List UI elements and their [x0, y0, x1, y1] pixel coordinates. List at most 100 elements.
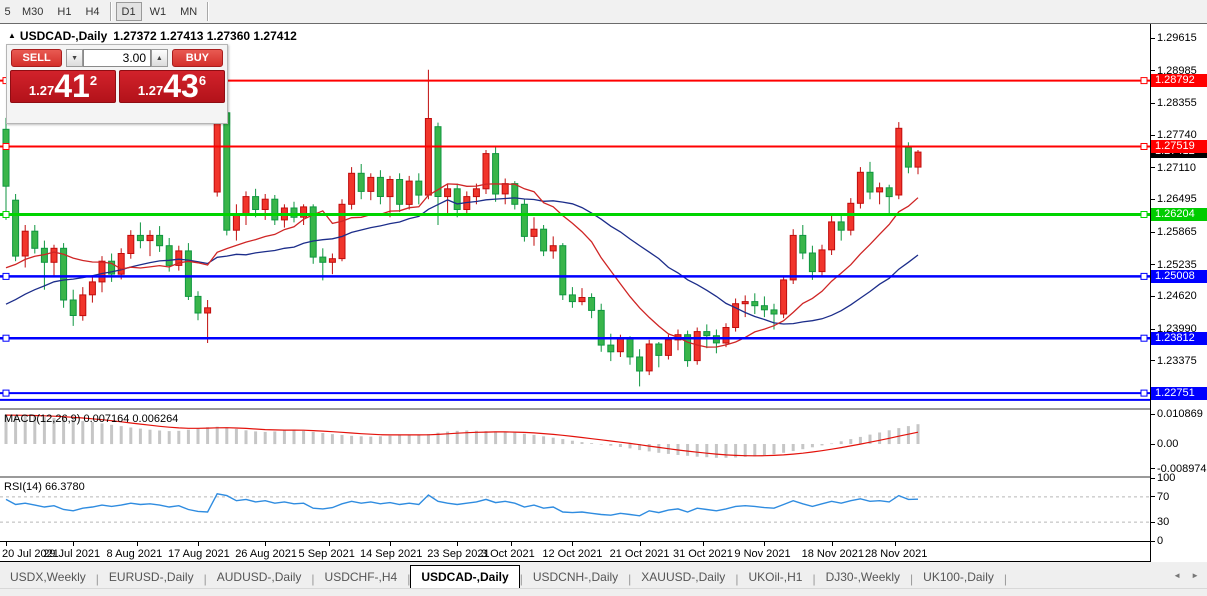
price-axis-tick	[1151, 70, 1155, 71]
macd-axis-label: 0.010869	[1157, 408, 1203, 420]
price-axis-label: 1.28355	[1157, 97, 1197, 109]
date-tick	[640, 542, 641, 546]
time-axis[interactable]: 20 Jul 202129 Jul 20218 Aug 202117 Aug 2…	[0, 542, 1150, 562]
date-tick	[265, 542, 266, 546]
buy-price-pips: 43	[163, 71, 199, 101]
price-tag: 1.26204	[1151, 208, 1207, 221]
tab-dj30-weekly[interactable]: DJ30-,Weekly	[816, 567, 910, 588]
sell-price-box[interactable]: 1.27412	[10, 70, 116, 103]
date-tick	[390, 542, 391, 546]
date-label: 26 Aug 2021	[235, 548, 297, 560]
buy-price-base: 1.27	[138, 83, 163, 98]
tab-scroll-controls: ◄►	[1173, 563, 1199, 588]
tab-eurusd-daily[interactable]: EURUSD-,Daily	[99, 567, 204, 588]
price-axis-tick	[1151, 103, 1155, 104]
rsi-axis-label: 0	[1157, 535, 1163, 547]
price-axis-tick	[1151, 296, 1155, 297]
date-label: 31 Oct 2021	[673, 548, 733, 560]
tab-xauusd-daily[interactable]: XAUUSD-,Daily	[631, 567, 735, 588]
toolbar-separator	[207, 2, 209, 21]
rsi-label: RSI(14) 66.3780	[4, 481, 85, 493]
macd-label: MACD(12,26,9) 0.007164 0.006264	[4, 413, 178, 425]
macd-axis-tick	[1151, 444, 1155, 445]
sell-price-pips: 41	[54, 71, 90, 101]
trade-panel-controls: SELL ▼ ▲ BUY	[7, 48, 227, 68]
collapse-triangle-icon[interactable]: ▲	[8, 31, 16, 40]
date-label: 3 Oct 2021	[481, 548, 535, 560]
timeframe-button-w1[interactable]: W1	[144, 2, 173, 21]
tab-separator: |	[1004, 569, 1007, 588]
price-axis-tick	[1151, 329, 1155, 330]
date-label: 8 Aug 2021	[107, 548, 163, 560]
price-axis-tick	[1151, 135, 1155, 136]
rsi-axis-tick	[1151, 478, 1155, 479]
trading-platform-window: 5M30H1H4D1W1MN 20 Jul 202129 Jul 20218 A…	[0, 0, 1207, 596]
timeframe-button-5[interactable]: 5	[1, 2, 14, 21]
rsi-axis-tick	[1151, 496, 1155, 497]
one-click-trade-panel: SELL ▼ ▲ BUY 1.27412 1.27436	[6, 44, 228, 124]
price-axis[interactable]: 1.296151.289851.283551.277401.271101.264…	[1150, 24, 1207, 562]
buy-button[interactable]: BUY	[172, 49, 223, 67]
date-tick	[572, 542, 573, 546]
date-label: 12 Oct 2021	[542, 548, 602, 560]
tab-usdcad-daily[interactable]: USDCAD-,Daily	[410, 565, 519, 588]
date-tick	[73, 542, 74, 546]
timeframe-toolbar: 5M30H1H4 D1W1MN	[0, 0, 1207, 23]
price-axis-tick	[1151, 38, 1155, 39]
tab-ukoil-h1[interactable]: UKOil-,H1	[738, 567, 812, 588]
price-axis-tick	[1151, 167, 1155, 168]
date-tick	[703, 542, 704, 546]
timeframe-button-h4[interactable]: H4	[79, 2, 105, 21]
tab-scroll-left-icon[interactable]: ◄	[1173, 571, 1181, 580]
date-tick	[764, 542, 765, 546]
ohlc-quote: 1.27372 1.27413 1.27360 1.27412	[113, 29, 297, 43]
price-axis-label: 1.23375	[1157, 355, 1197, 367]
buy-price-point: 6	[199, 73, 206, 88]
date-label: 14 Sep 2021	[360, 548, 422, 560]
status-strip	[0, 588, 1207, 596]
rsi-indicator-canvas[interactable]	[0, 478, 1150, 541]
macd-axis-label: 0.00	[1157, 438, 1178, 450]
chart-title: ▲USDCAD-,Daily1.27372 1.27413 1.27360 1.…	[8, 29, 297, 43]
macd-axis-tick	[1151, 468, 1155, 469]
price-axis-label: 1.29615	[1157, 32, 1197, 44]
rsi-axis-label: 100	[1157, 472, 1175, 484]
rsi-axis-tick	[1151, 541, 1155, 542]
price-axis-label: 1.26495	[1157, 193, 1197, 205]
date-label: 17 Aug 2021	[168, 548, 230, 560]
timeframe-button-m30[interactable]: M30	[16, 2, 49, 21]
tab-scroll-right-icon[interactable]: ►	[1191, 571, 1199, 580]
price-axis-tick	[1151, 264, 1155, 265]
price-axis-label: 1.25865	[1157, 226, 1197, 238]
tab-usdx-weekly[interactable]: USDX,Weekly	[0, 567, 96, 588]
timeframe-button-mn[interactable]: MN	[174, 2, 203, 21]
date-tick	[511, 542, 512, 546]
date-label: 29 Jul 2021	[43, 548, 100, 560]
date-tick	[329, 542, 330, 546]
rsi-axis-label: 30	[1157, 516, 1169, 528]
sell-button[interactable]: SELL	[11, 49, 62, 67]
timeframe-button-h1[interactable]: H1	[51, 2, 77, 21]
volume-decrease-button[interactable]: ▼	[66, 49, 83, 67]
date-label: 5 Sep 2021	[299, 548, 355, 560]
rsi-axis-tick	[1151, 522, 1155, 523]
trade-panel-prices: 1.27412 1.27436	[7, 70, 227, 103]
date-label: 28 Nov 2021	[865, 548, 927, 560]
macd-axis-tick	[1151, 414, 1155, 415]
sell-price-base: 1.27	[29, 83, 54, 98]
timeframe-button-d1[interactable]: D1	[116, 2, 142, 21]
tab-usdcnh-daily[interactable]: USDCNH-,Daily	[523, 567, 628, 588]
volume-input[interactable]	[83, 49, 151, 67]
date-tick	[457, 542, 458, 546]
price-axis-label: 1.27110	[1157, 162, 1196, 174]
price-tag: 1.28792	[1151, 74, 1207, 87]
price-tag: 1.22751	[1151, 387, 1207, 400]
tab-uk100-daily[interactable]: UK100-,Daily	[913, 567, 1004, 588]
date-tick	[832, 542, 833, 546]
buy-price-box[interactable]: 1.27436	[119, 70, 225, 103]
tab-usdchf-h4[interactable]: USDCHF-,H4	[315, 567, 408, 588]
volume-increase-button[interactable]: ▲	[151, 49, 168, 67]
tab-audusd-daily[interactable]: AUDUSD-,Daily	[207, 567, 312, 588]
date-tick	[6, 542, 7, 546]
chart-frame-border	[0, 561, 1207, 562]
